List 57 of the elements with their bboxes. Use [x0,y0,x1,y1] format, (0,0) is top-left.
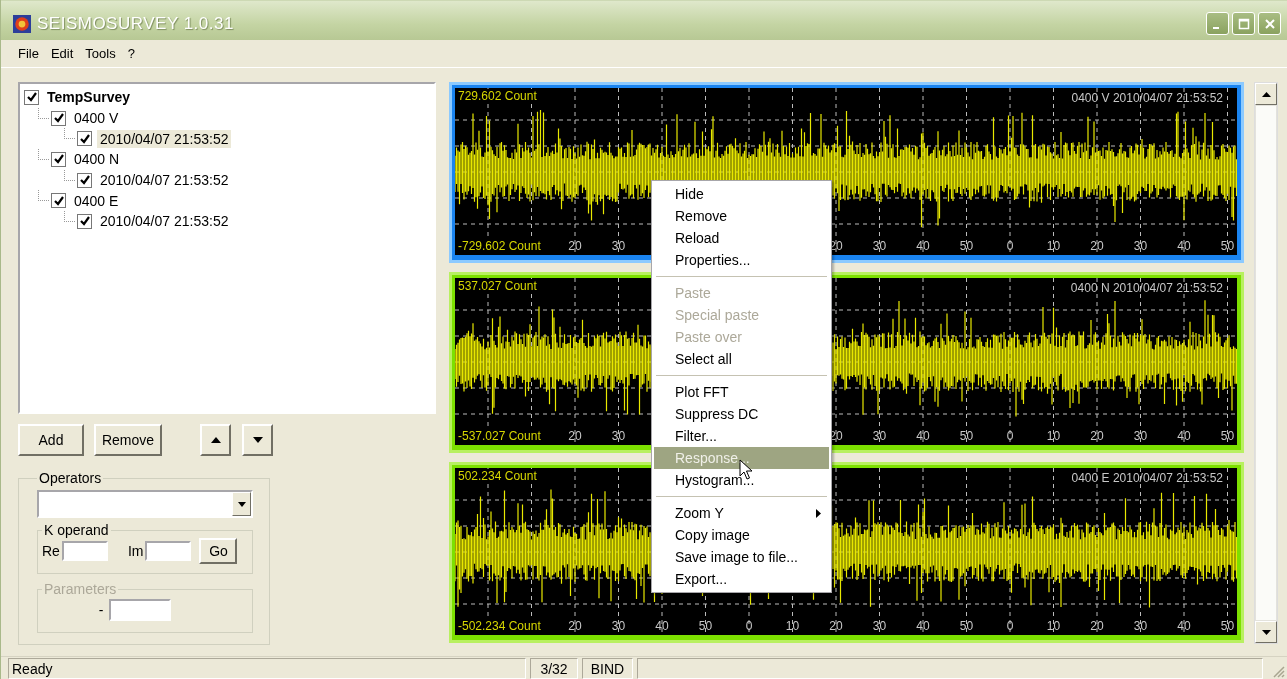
amplitude-label: -537.027 Count [458,429,541,443]
axis-tick-label: 20 [568,429,582,443]
axis-tick-label: 30 [872,619,887,633]
axis-tick-label: 40 [916,619,930,633]
axis-tick-label: 40 [1177,239,1191,253]
axis-tick-label: 40 [916,239,930,253]
amplitude-label: -729.602 Count [458,239,541,253]
axis-tick-label: 30 [1133,429,1148,443]
amplitude-label: -502.234 Count [458,619,541,633]
axis-tick-label: 30 [1133,619,1148,633]
axis-tick-label: 50 [698,619,713,633]
axis-tick-label: 0 [745,619,753,633]
axis-tick-label: 20 [1090,239,1104,253]
status-pane: 3/32 [530,658,578,679]
group-label: Operators [38,470,103,486]
axis-tick-label: 40 [916,429,930,443]
axis-tick-label: 50 [1220,619,1235,633]
axis-tick-label: 30 [611,619,626,633]
amplitude-label: 502.234 Count [458,469,537,483]
axis-tick-label: 50 [959,429,974,443]
status-pane: Ready [8,658,526,679]
axis-tick-label: 30 [611,429,626,443]
group-label: K operand [43,522,110,538]
axis-tick-label: 20 [1090,619,1104,633]
axis-tick-label: 40 [655,619,669,633]
axis-tick-label: 0 [1006,239,1014,253]
axis-tick-label: 30 [1133,239,1148,253]
window-title: SEISMOSURVEY 1.0.31 [37,13,234,34]
field-label: Im [127,543,144,559]
trace-title: 0400 E 2010/04/07 21:53:52 [1071,471,1223,485]
group-label: Parameters [43,581,118,597]
axis-tick-label: 30 [611,239,626,253]
axis-tick-label: 30 [872,429,887,443]
axis-tick-label: 20 [568,239,582,253]
axis-tick-label: 10 [1046,429,1061,443]
axis-tick-label: 10 [1046,619,1061,633]
field-label: - [98,602,104,618]
axis-tick-label: 50 [959,619,974,633]
axis-tick-label: 10 [785,619,800,633]
axis-tick-label: 20 [1090,429,1104,443]
axis-tick-label: 50 [1220,239,1235,253]
field-label: Re [42,543,60,559]
axis-tick-label: 10 [1046,239,1061,253]
axis-tick-label: 50 [1220,429,1235,443]
axis-tick-label: 0 [1006,429,1014,443]
axis-tick-label: 0 [1006,619,1014,633]
axis-tick-label: 30 [872,239,887,253]
axis-tick-label: 40 [1177,429,1191,443]
trace-title: 0400 V 2010/04/07 21:53:52 [1071,91,1223,105]
trace-title: 0400 N 2010/04/07 21:53:52 [1070,281,1223,295]
axis-tick-label: 20 [568,619,582,633]
axis-tick-label: 50 [959,239,974,253]
amplitude-label: 537.027 Count [458,279,537,293]
status-pane: BIND [582,658,633,679]
axis-tick-label: 40 [1177,619,1191,633]
amplitude-label: 729.602 Count [458,89,537,103]
axis-tick-label: 20 [829,619,843,633]
